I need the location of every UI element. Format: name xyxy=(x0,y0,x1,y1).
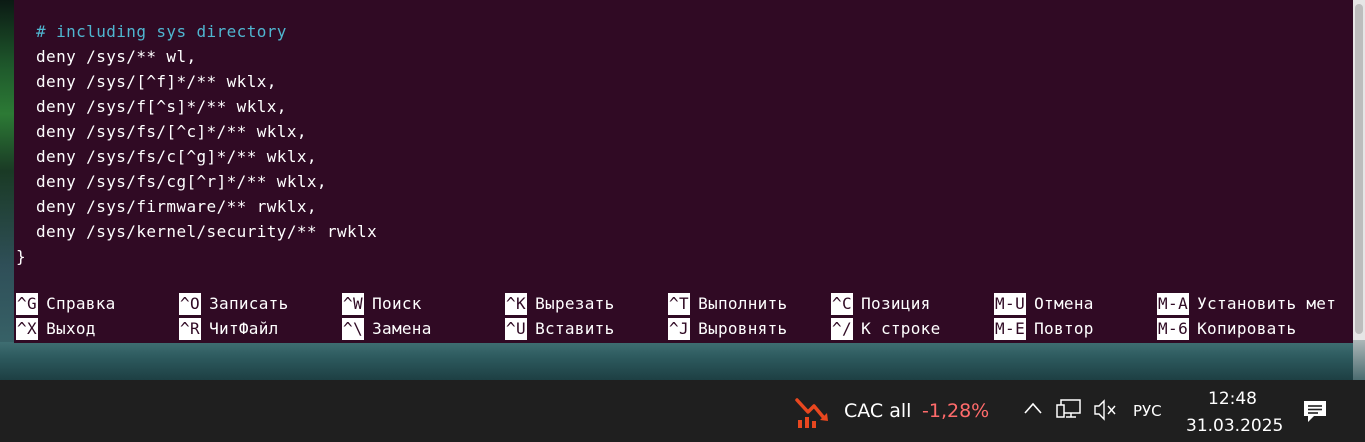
shortcut-write[interactable]: ^O Записать xyxy=(179,293,289,315)
shortcut-help[interactable]: ^G Справка xyxy=(16,293,116,315)
code-line: deny /sys/f[^s]*/** wklx, xyxy=(36,97,287,116)
shortcut-location[interactable]: ^C Позиция xyxy=(831,293,931,315)
shortcut-label: Отмена xyxy=(1034,294,1094,313)
shortcut-label: Позиция xyxy=(861,294,931,313)
shortcut-replace[interactable]: ^\ Замена xyxy=(342,318,432,340)
network-icon[interactable] xyxy=(1056,398,1082,424)
shortcut-label: Установить мет xyxy=(1197,294,1337,313)
shortcut-label: Справка xyxy=(46,294,116,313)
taskbar: CAC all -1,28% РУС 12:48 31.03.2025 xyxy=(0,380,1365,442)
shortcut-key: ^C xyxy=(831,293,854,315)
stock-chart-down-icon[interactable] xyxy=(794,394,832,430)
clock-time[interactable]: 12:48 xyxy=(1208,389,1257,409)
shortcut-label: Повтор xyxy=(1034,319,1094,338)
shortcut-label: Выровнять xyxy=(698,319,788,338)
chevron-up-icon[interactable] xyxy=(1023,400,1043,419)
shortcut-key: ^U xyxy=(505,318,528,340)
shortcut-label: Копировать xyxy=(1197,319,1297,338)
language-indicator[interactable]: РУС xyxy=(1133,402,1162,420)
clock-date[interactable]: 31.03.2025 xyxy=(1186,416,1283,436)
shortcut-cut[interactable]: ^K Вырезать xyxy=(505,293,615,315)
code-line-comment: # including sys directory xyxy=(36,22,287,41)
shortcut-paste[interactable]: ^U Вставить xyxy=(505,318,615,340)
shortcut-set-mark[interactable]: M-A Установить мет xyxy=(1157,293,1336,315)
code-line: deny /sys/fs/[^c]*/** wklx, xyxy=(36,122,307,141)
shortcut-key: ^R xyxy=(179,318,202,340)
closing-brace: } xyxy=(16,247,27,266)
shortcut-undo[interactable]: M-U Отмена xyxy=(994,293,1094,315)
shortcut-label: Выход xyxy=(46,319,96,338)
shortcut-key: M-A xyxy=(1157,293,1190,315)
code-line: deny /sys/firmware/** rwklx, xyxy=(36,197,317,216)
terminal-window[interactable]: # including sys directory deny /sys/** w… xyxy=(14,0,1353,343)
shortcut-label: Поиск xyxy=(372,294,422,313)
shortcut-key: ^/ xyxy=(831,318,854,340)
stock-name[interactable]: CAC all xyxy=(844,400,911,422)
code-line: deny /sys/fs/cg[^r]*/** wklx, xyxy=(36,172,327,191)
code-line: deny /sys/** wl, xyxy=(36,47,197,66)
shortcut-key: ^G xyxy=(16,293,39,315)
shortcut-label: Выполнить xyxy=(698,294,788,313)
volume-muted-icon[interactable] xyxy=(1093,399,1117,425)
shortcut-key: ^X xyxy=(16,318,39,340)
shortcut-key: ^O xyxy=(179,293,202,315)
vertical-scrollbar[interactable] xyxy=(1353,0,1365,340)
shortcut-key: ^J xyxy=(668,318,691,340)
shortcut-key: M-U xyxy=(994,293,1027,315)
code-line: deny /sys/fs/c[^g]*/** wklx, xyxy=(36,147,317,166)
shortcut-search[interactable]: ^W Поиск xyxy=(342,293,422,315)
shortcut-key: ^\ xyxy=(342,318,365,340)
shortcut-label: К строке xyxy=(861,319,941,338)
shortcut-label: ЧитФайл xyxy=(209,319,279,338)
shortcut-exit[interactable]: ^X Выход xyxy=(16,318,96,340)
desktop-wallpaper-bottom xyxy=(0,342,1365,380)
shortcut-redo[interactable]: M-E Повтор xyxy=(994,318,1094,340)
code-line: deny /sys/[^f]*/** wklx, xyxy=(36,72,277,91)
stock-change[interactable]: -1,28% xyxy=(922,400,989,422)
shortcut-label: Вставить xyxy=(535,319,615,338)
shortcut-key: ^W xyxy=(342,293,365,315)
shortcut-key: M-E xyxy=(994,318,1027,340)
shortcut-go-to-line[interactable]: ^/ К строке xyxy=(831,318,941,340)
shortcut-key: M-6 xyxy=(1157,318,1190,340)
shortcut-label: Замена xyxy=(372,319,432,338)
scrollbar-thumb[interactable] xyxy=(1355,4,1363,334)
shortcut-key: ^T xyxy=(668,293,691,315)
shortcut-justify[interactable]: ^J Выровнять xyxy=(668,318,787,340)
notifications-icon[interactable] xyxy=(1302,398,1328,428)
shortcut-execute[interactable]: ^T Выполнить xyxy=(668,293,787,315)
shortcut-label: Вырезать xyxy=(535,294,615,313)
desktop-wallpaper-left xyxy=(0,0,15,380)
shortcut-key: ^K xyxy=(505,293,528,315)
shortcut-read-file[interactable]: ^R ЧитФайл xyxy=(179,318,279,340)
code-line: deny /sys/kernel/security/** rwklx xyxy=(36,222,378,241)
shortcut-copy[interactable]: M-6 Копировать xyxy=(1157,318,1296,340)
shortcut-label: Записать xyxy=(209,294,289,313)
